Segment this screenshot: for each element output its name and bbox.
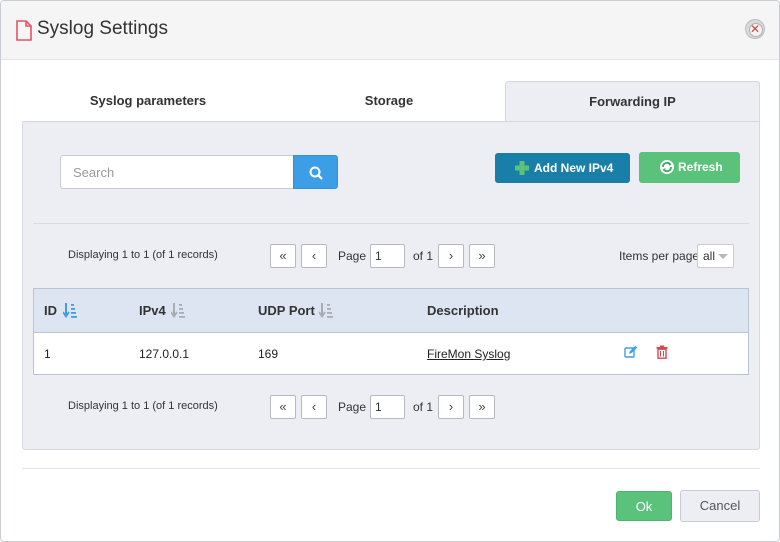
add-new-ipv4-label: Add New IPv4: [534, 161, 614, 175]
table-header: ID IPv4 UDP Port Description: [34, 289, 748, 333]
pager-top: Displaying 1 to 1 (of 1 records) « ‹ Pag…: [23, 244, 759, 268]
records-info: Displaying 1 to 1 (of 1 records): [68, 400, 218, 412]
prev-page-button[interactable]: ‹: [301, 244, 327, 268]
footer-divider: [22, 468, 760, 469]
page-count-label: of 1: [413, 249, 434, 263]
search-box: [60, 155, 338, 189]
search-icon: [309, 166, 323, 180]
column-header-description: Description: [427, 303, 499, 318]
column-header-id[interactable]: ID: [44, 303, 57, 318]
column-header-udp-port[interactable]: UDP Port: [258, 303, 315, 318]
syslog-settings-dialog: Syslog Settings ✕ Syslog parameters Stor…: [0, 0, 780, 542]
tab-syslog-parameters[interactable]: Syslog parameters: [23, 81, 273, 122]
items-per-page-select[interactable]: all: [697, 244, 734, 268]
add-new-ipv4-button[interactable]: Add New IPv4: [495, 153, 630, 183]
page-label: Page: [338, 249, 367, 263]
close-button[interactable]: ✕: [745, 19, 765, 39]
edit-icon[interactable]: [624, 345, 638, 359]
page-count-label: of 1: [413, 400, 434, 414]
items-per-page-value: all: [703, 249, 716, 263]
dialog-title: Syslog Settings: [37, 18, 168, 39]
forwarding-ip-panel: Add New IPv4 Refresh Displaying 1 to 1 (…: [22, 121, 760, 450]
table-cell-id: 1: [44, 347, 51, 361]
search-input[interactable]: [60, 155, 294, 189]
pager-bottom: Displaying 1 to 1 (of 1 records) « ‹ Pag…: [23, 395, 759, 419]
description-link[interactable]: FireMon Syslog: [427, 347, 510, 361]
items-per-page-label: Items per page: [619, 249, 700, 263]
tab-forwarding-ip[interactable]: Forwarding IP: [505, 81, 760, 123]
plus-icon: [515, 161, 529, 175]
last-page-button[interactable]: »: [469, 395, 495, 419]
refresh-icon: [660, 160, 674, 174]
table-cell-description: FireMon Syslog: [427, 347, 510, 361]
document-icon: [16, 20, 32, 41]
sort-icon[interactable]: [171, 302, 185, 318]
records-info: Displaying 1 to 1 (of 1 records): [68, 249, 218, 261]
close-icon: ✕: [749, 22, 761, 36]
ok-button[interactable]: Ok: [616, 491, 672, 521]
search-button[interactable]: [293, 155, 338, 189]
next-page-button[interactable]: ›: [438, 244, 464, 268]
last-page-button[interactable]: »: [469, 244, 495, 268]
dialog-header: Syslog Settings ✕: [1, 1, 779, 60]
sort-ascending-icon[interactable]: [63, 302, 77, 318]
prev-page-button[interactable]: ‹: [301, 395, 327, 419]
tab-storage[interactable]: Storage: [273, 81, 505, 122]
forwarding-ip-table: ID IPv4 UDP Port Description 1 127.0.0.1…: [33, 288, 749, 375]
refresh-label: Refresh: [678, 160, 723, 174]
trash-icon[interactable]: [655, 345, 669, 359]
chevron-down-icon: [718, 254, 728, 259]
next-page-button[interactable]: ›: [438, 395, 464, 419]
refresh-button[interactable]: Refresh: [639, 152, 740, 183]
cancel-button[interactable]: Cancel: [680, 490, 760, 522]
toolbar-divider: [33, 223, 749, 224]
first-page-button[interactable]: «: [270, 244, 296, 268]
table-cell-udp-port: 169: [258, 347, 279, 361]
page-label: Page: [338, 400, 367, 414]
first-page-button[interactable]: «: [270, 395, 296, 419]
sort-icon[interactable]: [319, 302, 333, 318]
page-number-input[interactable]: [370, 244, 405, 268]
table-cell-ipv4: 127.0.0.1: [139, 347, 190, 361]
page-number-input[interactable]: [370, 395, 405, 419]
column-header-ipv4[interactable]: IPv4: [139, 303, 166, 318]
